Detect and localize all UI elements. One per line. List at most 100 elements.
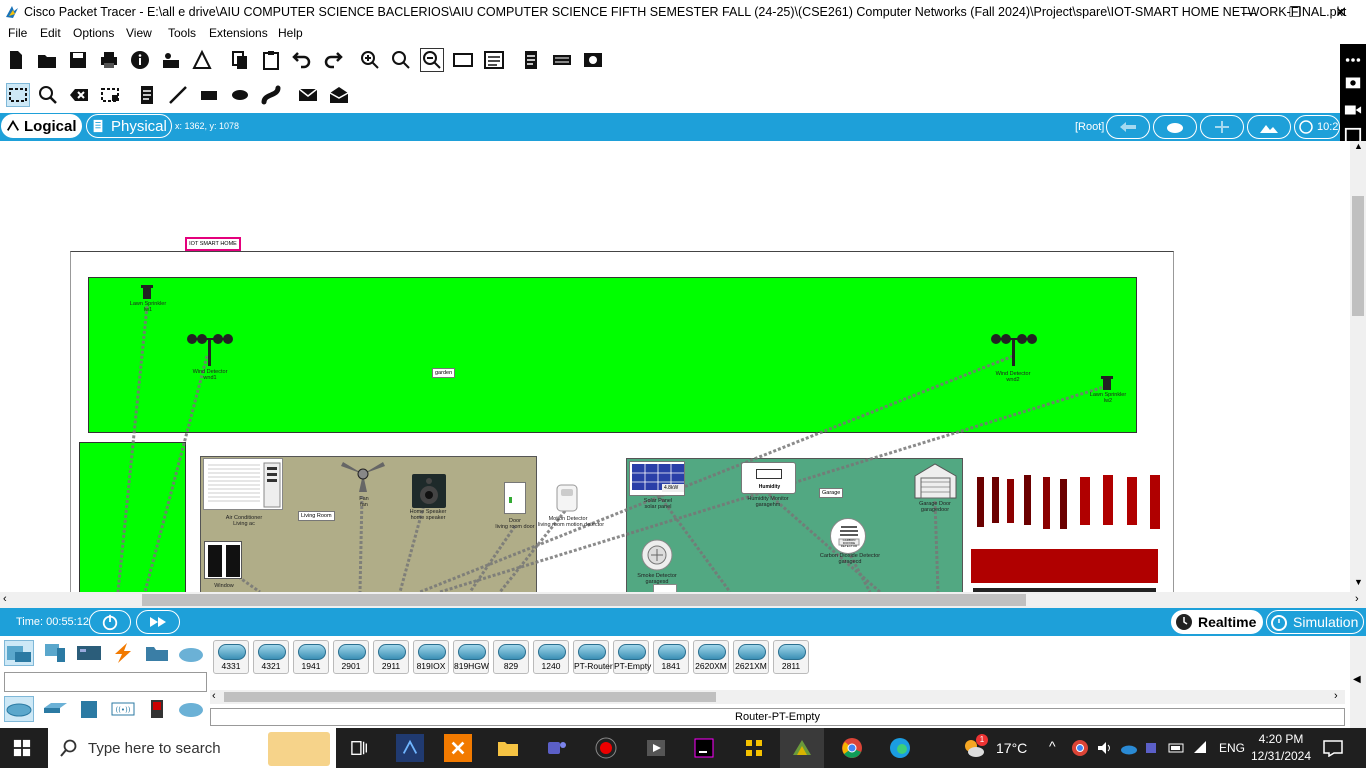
realtime-tab[interactable]: Realtime bbox=[1171, 610, 1263, 634]
app-icon[interactable] bbox=[740, 734, 768, 762]
partial-device-icon[interactable] bbox=[653, 584, 677, 592]
vertical-scrollbar[interactable]: ▲ ▼ bbox=[1350, 141, 1366, 592]
humidity-monitor-icon[interactable]: Humidity bbox=[741, 462, 796, 494]
image-icon[interactable] bbox=[581, 48, 605, 72]
menu-extensions[interactable]: Extensions bbox=[209, 26, 268, 40]
chrome-icon[interactable] bbox=[838, 734, 866, 762]
hubs-icon[interactable] bbox=[74, 696, 104, 722]
fast-forward-button[interactable] bbox=[136, 610, 180, 634]
scroll-left-icon[interactable]: ‹ bbox=[3, 593, 7, 605]
horizontal-scroll-thumb[interactable] bbox=[142, 594, 1026, 606]
open-folder-icon[interactable] bbox=[35, 48, 59, 72]
teams-icon[interactable] bbox=[542, 734, 570, 762]
device-scroll-left-icon[interactable]: ‹ bbox=[212, 690, 216, 702]
volume-icon[interactable] bbox=[1096, 739, 1114, 757]
menu-options[interactable]: Options bbox=[73, 26, 114, 40]
device-819iox[interactable]: 819IOX bbox=[413, 640, 449, 674]
menu-view[interactable]: View bbox=[126, 26, 152, 40]
device-scroll-thumb[interactable] bbox=[224, 692, 716, 702]
wind-detector-2-icon[interactable] bbox=[990, 331, 1038, 367]
simulation-tab[interactable]: Simulation bbox=[1266, 610, 1364, 634]
network-devices-icon[interactable] bbox=[4, 640, 34, 666]
device-1941[interactable]: 1941 bbox=[293, 640, 329, 674]
weather-temp[interactable]: 17°C bbox=[996, 740, 1027, 756]
select-icon[interactable] bbox=[6, 83, 30, 107]
draw-ellipse-icon[interactable] bbox=[228, 83, 252, 107]
clock-area[interactable]: 4:20 PM 12/31/2024 bbox=[1250, 731, 1312, 765]
solar-panel-icon[interactable]: 4.8kW bbox=[629, 461, 685, 496]
minimize-button[interactable]: — bbox=[1226, 0, 1272, 24]
co2-detector-icon[interactable]: CARBON DIOXIDE DETECTOR bbox=[830, 518, 866, 554]
move-object-button[interactable] bbox=[1200, 115, 1244, 139]
scroll-right-icon[interactable]: › bbox=[1355, 593, 1359, 605]
packet-tracer-taskbar-icon[interactable] bbox=[396, 734, 424, 762]
edge-icon[interactable] bbox=[886, 734, 914, 762]
security-icon[interactable] bbox=[142, 696, 172, 722]
lawn-sprinkler-1-icon[interactable] bbox=[140, 284, 154, 300]
logical-workspace[interactable]: IOT SMART HOME garden Living Room Garage bbox=[0, 141, 1350, 592]
back-button[interactable] bbox=[1106, 115, 1150, 139]
viewport-button[interactable]: 10:2 bbox=[1294, 115, 1340, 139]
start-icon[interactable] bbox=[8, 734, 36, 762]
print-icon[interactable] bbox=[97, 48, 121, 72]
wan-emulation-icon[interactable] bbox=[176, 696, 206, 722]
logical-tab[interactable]: Logical bbox=[1, 114, 82, 138]
notes-icon[interactable] bbox=[519, 48, 543, 72]
switch-panel-icon[interactable] bbox=[550, 48, 574, 72]
scroll-down-icon[interactable]: ▼ bbox=[1354, 577, 1363, 587]
save-icon[interactable] bbox=[66, 48, 90, 72]
file-explorer-icon[interactable] bbox=[494, 734, 522, 762]
home-speaker-icon[interactable] bbox=[412, 474, 446, 508]
menu-file[interactable]: File bbox=[8, 26, 27, 40]
device-list-scrollbar[interactable]: ‹ › bbox=[210, 690, 1345, 704]
device-2901[interactable]: 2901 bbox=[333, 640, 369, 674]
device-2911[interactable]: 2911 bbox=[373, 640, 409, 674]
device-1841[interactable]: 1841 bbox=[653, 640, 689, 674]
notifications-icon[interactable] bbox=[1322, 739, 1344, 758]
media-player-icon[interactable] bbox=[642, 734, 670, 762]
draw-line-icon[interactable] bbox=[166, 83, 190, 107]
device-819hgw[interactable]: 819HGW bbox=[453, 640, 489, 674]
inspect-icon[interactable] bbox=[36, 83, 60, 107]
power-cycle-button[interactable] bbox=[89, 610, 131, 634]
window-device-icon[interactable] bbox=[204, 541, 242, 579]
copy-icon[interactable] bbox=[228, 48, 252, 72]
jetbrains-icon[interactable] bbox=[690, 734, 718, 762]
wifi-icon[interactable] bbox=[1192, 739, 1210, 757]
activity-wizard-icon[interactable] bbox=[190, 48, 214, 72]
vertical-scroll-thumb[interactable] bbox=[1352, 196, 1364, 316]
title-note[interactable]: IOT SMART HOME bbox=[185, 237, 241, 251]
camera-icon[interactable] bbox=[1341, 70, 1365, 94]
redo-icon[interactable] bbox=[321, 48, 345, 72]
device-search-field[interactable] bbox=[4, 672, 207, 692]
language-indicator[interactable]: ENG bbox=[1219, 741, 1245, 755]
switches-icon[interactable] bbox=[40, 696, 70, 722]
connections-icon[interactable] bbox=[108, 640, 138, 666]
ceiling-fan-icon[interactable] bbox=[337, 458, 389, 494]
recorder-icon[interactable] bbox=[592, 734, 620, 762]
video-icon[interactable] bbox=[1341, 98, 1365, 122]
zoom-in-icon[interactable] bbox=[358, 48, 382, 72]
complex-pdu-icon[interactable] bbox=[327, 83, 351, 107]
collapse-panel-icon[interactable]: ◀ bbox=[1353, 674, 1361, 685]
onedrive-icon[interactable] bbox=[1120, 739, 1138, 757]
undo-icon[interactable] bbox=[290, 48, 314, 72]
garage-door-icon[interactable] bbox=[913, 462, 958, 500]
chrome-tray-icon[interactable] bbox=[1071, 739, 1089, 757]
resize-icon[interactable] bbox=[98, 83, 122, 107]
device-2811[interactable]: 2811 bbox=[773, 640, 809, 674]
device-1240[interactable]: 1240 bbox=[533, 640, 569, 674]
new-cluster-button[interactable] bbox=[1153, 115, 1197, 139]
components-icon[interactable] bbox=[74, 640, 104, 666]
draw-rectangle-icon[interactable] bbox=[197, 83, 221, 107]
routers-icon[interactable] bbox=[4, 696, 34, 722]
miscellaneous-icon[interactable] bbox=[142, 640, 172, 666]
set-background-button[interactable] bbox=[1247, 115, 1291, 139]
network-info-icon[interactable] bbox=[159, 48, 183, 72]
battery-icon[interactable] bbox=[1168, 739, 1186, 757]
zoom-out-icon[interactable] bbox=[420, 48, 444, 72]
device-2620xm[interactable]: 2620XM bbox=[693, 640, 729, 674]
device-scroll-right-icon[interactable]: › bbox=[1334, 690, 1338, 702]
physical-tab[interactable]: Physical bbox=[86, 114, 172, 138]
packet-tracer-active-icon[interactable] bbox=[788, 734, 816, 762]
